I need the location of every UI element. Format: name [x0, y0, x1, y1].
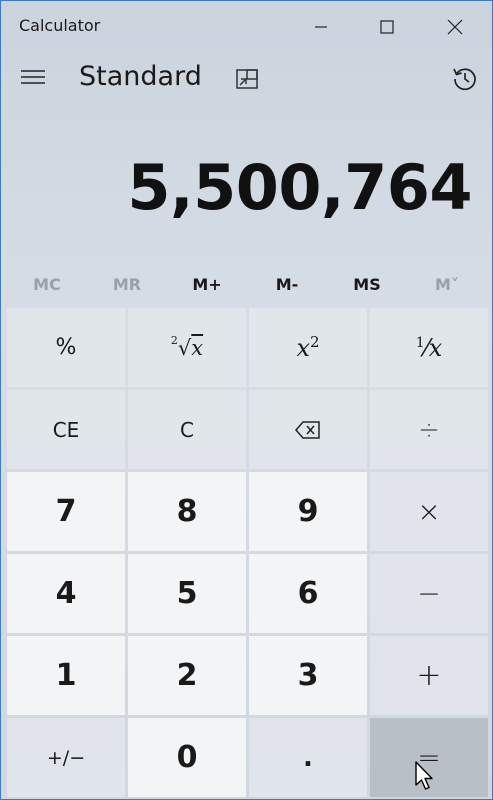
memory-add-button[interactable]: M+: [167, 267, 247, 301]
digit-5-button[interactable]: 5: [128, 554, 246, 633]
minimize-button[interactable]: [288, 1, 354, 53]
keep-on-top-button[interactable]: [227, 63, 267, 99]
app-title: Calculator: [19, 16, 101, 35]
reciprocal-denominator: x: [428, 333, 443, 362]
square-root-button[interactable]: 2√x: [128, 308, 246, 387]
negate-label: +/−: [46, 746, 86, 769]
memory-subtract-button[interactable]: M-: [247, 267, 327, 301]
reciprocal-numerator: 1: [415, 334, 425, 351]
keep-on-top-icon: [236, 69, 258, 93]
clear-label: C: [180, 417, 194, 442]
digit-0-button[interactable]: 0: [128, 718, 246, 797]
history-icon: [452, 66, 478, 96]
digit-6-button[interactable]: 6: [249, 554, 367, 633]
close-icon: [447, 19, 463, 35]
percent-label: %: [55, 335, 77, 360]
memory-list-button[interactable]: M˅: [407, 267, 487, 301]
navigation-menu-button[interactable]: [11, 59, 55, 99]
keypad: % 2√x x2 1⁄x CE C ÷ 7 8 9 × 4 5 6 − 1 2 …: [7, 308, 488, 797]
digit-5-label: 5: [176, 576, 198, 611]
digit-4-button[interactable]: 4: [7, 554, 125, 633]
minimize-icon: [314, 20, 328, 34]
add-label: +: [416, 658, 442, 693]
digit-6-label: 6: [297, 576, 319, 611]
memory-recall-button[interactable]: MR: [87, 267, 167, 301]
digit-1-label: 1: [55, 658, 77, 693]
maximize-icon: [380, 20, 394, 34]
decimal-button[interactable]: .: [249, 718, 367, 797]
digit-8-button[interactable]: 8: [128, 472, 246, 551]
add-button[interactable]: +: [370, 636, 488, 715]
square-root-index: 2: [170, 333, 178, 347]
memory-clear-button[interactable]: MC: [7, 267, 87, 301]
calculator-window: Calculator Standard 5,500,764 MC MR M+ M…: [0, 0, 493, 800]
square-root-x: x: [191, 335, 204, 360]
history-button[interactable]: [445, 61, 485, 101]
subtract-button[interactable]: −: [370, 554, 488, 633]
memory-store-button[interactable]: MS: [327, 267, 407, 301]
close-button[interactable]: [422, 1, 488, 53]
digit-4-label: 4: [55, 576, 77, 611]
equals-button[interactable]: =: [370, 718, 488, 797]
clear-button[interactable]: C: [128, 390, 246, 469]
mode-title: Standard: [79, 61, 202, 92]
square-exponent: 2: [310, 333, 320, 351]
square-base: x: [296, 334, 310, 362]
decimal-label: .: [303, 742, 313, 773]
divide-button[interactable]: ÷: [370, 390, 488, 469]
square-button[interactable]: x2: [249, 308, 367, 387]
memory-row: MC MR M+ M- MS M˅: [7, 267, 488, 301]
result-display: 5,500,764: [127, 151, 472, 224]
digit-9-button[interactable]: 9: [249, 472, 367, 551]
clear-entry-label: CE: [52, 417, 80, 442]
digit-2-button[interactable]: 2: [128, 636, 246, 715]
backspace-button[interactable]: [249, 390, 367, 469]
digit-2-label: 2: [176, 658, 198, 693]
hamburger-icon: [21, 69, 45, 89]
digit-3-button[interactable]: 3: [249, 636, 367, 715]
square-label: x2: [296, 333, 319, 362]
reciprocal-button[interactable]: 1⁄x: [370, 308, 488, 387]
percent-button[interactable]: %: [7, 308, 125, 387]
title-bar[interactable]: Calculator: [1, 1, 492, 53]
subtract-label: −: [417, 577, 441, 610]
digit-9-label: 9: [297, 494, 319, 529]
divide-label: ÷: [418, 414, 440, 445]
square-root-icon: 2√x: [170, 333, 204, 360]
digit-7-label: 7: [55, 494, 77, 529]
equals-label: =: [417, 741, 441, 774]
digit-1-button[interactable]: 1: [7, 636, 125, 715]
maximize-button[interactable]: [354, 1, 420, 53]
digit-3-label: 3: [297, 658, 319, 693]
digit-7-button[interactable]: 7: [7, 472, 125, 551]
clear-entry-button[interactable]: CE: [7, 390, 125, 469]
digit-0-label: 0: [176, 740, 198, 775]
multiply-label: ×: [417, 495, 441, 528]
digit-8-label: 8: [176, 494, 198, 529]
negate-button[interactable]: +/−: [7, 718, 125, 797]
reciprocal-label: 1⁄x: [415, 333, 443, 362]
multiply-button[interactable]: ×: [370, 472, 488, 551]
backspace-icon: [295, 420, 321, 439]
